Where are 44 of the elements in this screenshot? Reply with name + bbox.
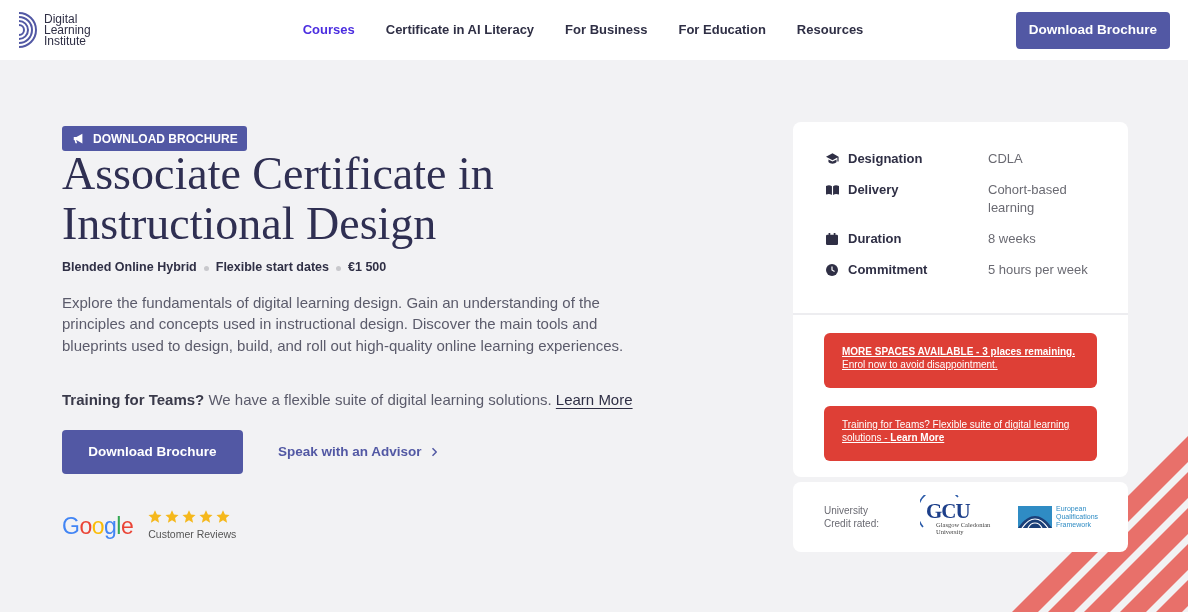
graduation-cap-icon <box>826 153 839 165</box>
notice-banner[interactable]: MORE SPACES AVAILABLE - 3 places remaining. Enrol now to avoid disappointment. <box>824 333 1097 388</box>
download-brochure-button[interactable]: Download Brochure <box>1016 11 1170 49</box>
detail-value: CDLA <box>988 150 1024 168</box>
nav-link[interactable]: Resources <box>796 20 864 40</box>
notice-banner[interactable]: Training for Teams? Flexible suite of digital learning solutions - Learn More <box>824 406 1097 461</box>
nav-link[interactable]: For Business <box>565 20 648 40</box>
chevron-right-icon <box>430 447 437 458</box>
teams-note: Training for Teams? We have a flexible suite of digital learning solutions. Learn More <box>62 390 634 411</box>
open-book-icon <box>826 185 839 195</box>
star-icon <box>199 510 214 525</box>
credit-label: University Credit rated: <box>824 504 881 530</box>
detail-label: Delivery <box>848 181 900 199</box>
logo-wordmark: GCU <box>926 501 971 521</box>
detail-value: 8 weeks <box>988 230 1037 248</box>
bridge-icon <box>1018 506 1052 528</box>
detail-label: Duration <box>848 230 903 248</box>
course-meta: €1 500 <box>348 259 387 276</box>
star-icon <box>216 510 231 525</box>
detail-label: Commitment <box>848 261 929 279</box>
detail-value: 5 hours per week <box>988 261 1089 279</box>
nav-link[interactable]: Certificate in AI Literacy <box>385 20 535 40</box>
megaphone-icon <box>73 133 85 144</box>
star-icon <box>148 510 163 525</box>
reviews-label: Customer Reviews <box>148 527 237 543</box>
calendar-icon <box>826 233 838 245</box>
course-title: Associate Certificate in Instructional Design <box>62 149 495 249</box>
clock-icon <box>826 264 838 276</box>
star-icon <box>182 510 197 525</box>
detail-label: Designation <box>848 150 924 168</box>
nav-link[interactable]: Courses <box>302 20 355 40</box>
course-meta: Flexible start dates <box>215 259 329 276</box>
course-description: Explore the fundamentals of digital learning design. Gain an understanding of the principles and concepts used in instructional design. Discover the main tools and blueprints used to design, build, and roll out high-quality online learning experiences. <box>62 292 625 356</box>
concentric-arcs-icon[interactable] <box>18 12 38 48</box>
detail-value: Cohort-based learning <box>988 181 1068 217</box>
star-icon <box>165 510 180 525</box>
logo-wordmark[interactable]: Digital Learning Institute <box>44 13 91 47</box>
nav-link[interactable]: For Education <box>678 20 766 40</box>
download-brochure-button[interactable]: Download Brochure <box>62 430 243 475</box>
review-site-logo: Google <box>62 512 134 542</box>
download-brochure-badge[interactable]: DOWNLOAD BROCHURE <box>62 126 247 151</box>
course-meta: Blended Online Hybrid <box>62 259 197 276</box>
advisor-link[interactable]: Speak with an Advisor <box>278 442 437 463</box>
learn-more-link[interactable]: Learn More <box>555 391 633 409</box>
